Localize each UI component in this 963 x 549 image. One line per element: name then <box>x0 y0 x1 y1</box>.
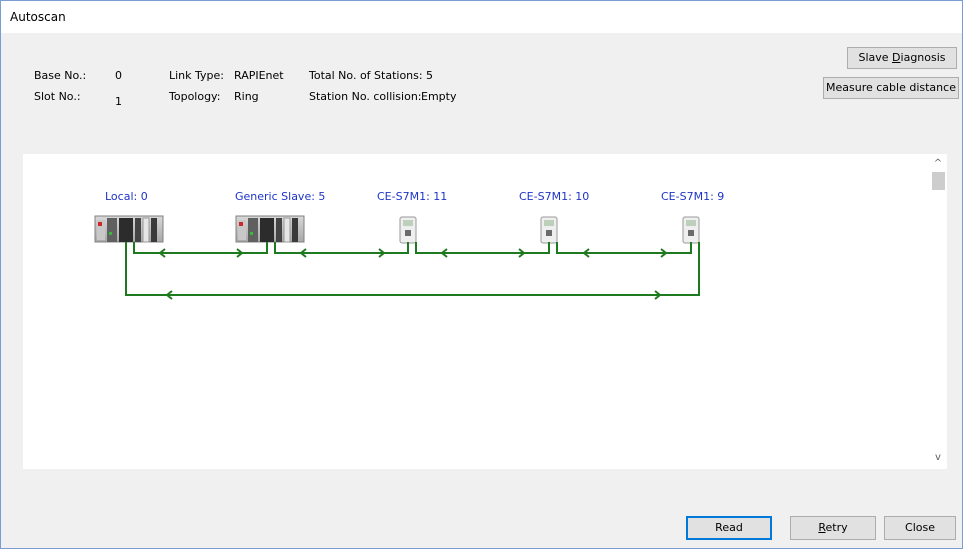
scroll-down-icon[interactable]: v <box>929 450 947 466</box>
title-bar[interactable]: Autoscan <box>1 1 962 33</box>
drive-icon[interactable] <box>540 216 558 244</box>
link-segment <box>274 242 409 254</box>
autoscan-window: Autoscan Base No.: 0 Slot No.: 1 Link Ty… <box>0 0 963 549</box>
link-type-value: RAPIEnet <box>234 69 284 82</box>
link-segment <box>133 242 268 254</box>
link-segment <box>415 242 550 254</box>
link-arrows <box>158 248 668 300</box>
window-title: Autoscan <box>10 10 66 24</box>
slave-diagnosis-mnemonic: D <box>892 51 901 64</box>
plc-rack-icon[interactable] <box>94 215 164 243</box>
slave-diagnosis-button[interactable]: Slave Diagnosis <box>847 47 957 69</box>
retry-label: etry <box>825 521 848 534</box>
base-value: 0 <box>115 69 122 82</box>
scroll-up-icon[interactable]: ^ <box>929 156 947 172</box>
drive-icon[interactable] <box>682 216 700 244</box>
ring-links <box>125 242 700 296</box>
plc-rack-icon[interactable] <box>235 215 305 243</box>
scroll-thumb[interactable] <box>932 172 945 190</box>
close-button[interactable]: Close <box>884 516 956 540</box>
topology-value: Ring <box>234 90 259 103</box>
link-segment <box>125 242 700 296</box>
slave-diagnosis-label-a: Slave <box>858 51 893 64</box>
collision-value: Empty <box>421 90 457 103</box>
slot-label: Slot No.: <box>34 90 81 103</box>
link-segment <box>556 242 692 254</box>
link-type-label: Link Type: <box>169 69 224 82</box>
total-stations-label: Total No. of Stations: <box>309 69 423 82</box>
read-button[interactable]: Read <box>686 516 772 540</box>
drive-icon[interactable] <box>399 216 417 244</box>
retry-button[interactable]: Retry <box>790 516 876 540</box>
topology-diagram <box>94 215 700 300</box>
slave-diagnosis-label-b: iagnosis <box>900 51 946 64</box>
collision-label: Station No. collision: <box>309 90 422 103</box>
retry-mnemonic: R <box>818 521 826 534</box>
total-stations-value: 5 <box>426 69 433 82</box>
slot-value: 1 <box>115 95 122 108</box>
topology-canvas[interactable]: Local: 0 Generic Slave: 5 CE-S7M1: 11 CE… <box>23 154 929 469</box>
topology-label: Topology: <box>169 90 221 103</box>
measure-cable-distance-button[interactable]: Measure cable distance <box>823 77 959 99</box>
base-label: Base No.: <box>34 69 87 82</box>
vertical-scrollbar[interactable]: ^ v <box>929 154 947 469</box>
